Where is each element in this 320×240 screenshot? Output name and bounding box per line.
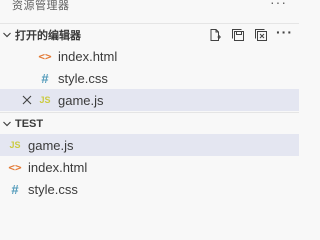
- open-editors-more-button[interactable]: ···: [276, 24, 293, 40]
- open-editor-item-label: style.css: [58, 70, 108, 86]
- close-all-icon[interactable]: [253, 27, 269, 43]
- open-editor-item-label: index.html: [58, 48, 118, 64]
- open-editors-header[interactable]: 打开的编辑器 ···: [0, 23, 299, 45]
- chevron-down-icon: [1, 118, 13, 130]
- file-item-game-js[interactable]: JS game.js: [0, 134, 299, 156]
- html-file-icon: <>: [8, 160, 22, 174]
- css-file-icon: #: [41, 70, 49, 86]
- explorer-more-actions-button[interactable]: ···: [270, 0, 287, 10]
- open-editor-item-label: game.js: [58, 92, 104, 108]
- workspace-header[interactable]: TEST: [0, 112, 299, 134]
- explorer-titlebar: 资源管理器 ···: [0, 0, 299, 14]
- explorer-panel: 资源管理器 ··· 打开的编辑器 ··· <> index.html # sty…: [0, 0, 299, 240]
- file-item-label: game.js: [28, 137, 74, 153]
- save-all-icon[interactable]: [230, 27, 246, 43]
- open-editor-item-style-css[interactable]: # style.css: [0, 67, 299, 89]
- chevron-down-icon: [1, 29, 13, 41]
- open-editors-title: 打开的编辑器: [15, 29, 81, 42]
- file-item-style-css[interactable]: # style.css: [0, 178, 299, 200]
- file-item-label: index.html: [28, 159, 88, 175]
- open-editor-item-index-html[interactable]: <> index.html: [0, 45, 299, 67]
- close-icon[interactable]: [21, 93, 33, 107]
- open-editor-item-game-js[interactable]: JS game.js: [0, 89, 299, 111]
- file-item-label: style.css: [28, 181, 78, 197]
- file-item-index-html[interactable]: <> index.html: [0, 156, 299, 178]
- js-file-icon: JS: [9, 139, 21, 150]
- explorer-title: 资源管理器: [12, 0, 70, 12]
- new-untitled-file-icon[interactable]: [207, 27, 223, 43]
- js-file-icon: JS: [39, 94, 51, 105]
- css-file-icon: #: [11, 181, 19, 197]
- html-file-icon: <>: [38, 49, 52, 63]
- workspace-title: TEST: [15, 117, 44, 130]
- open-editors-actions: ···: [207, 24, 293, 46]
